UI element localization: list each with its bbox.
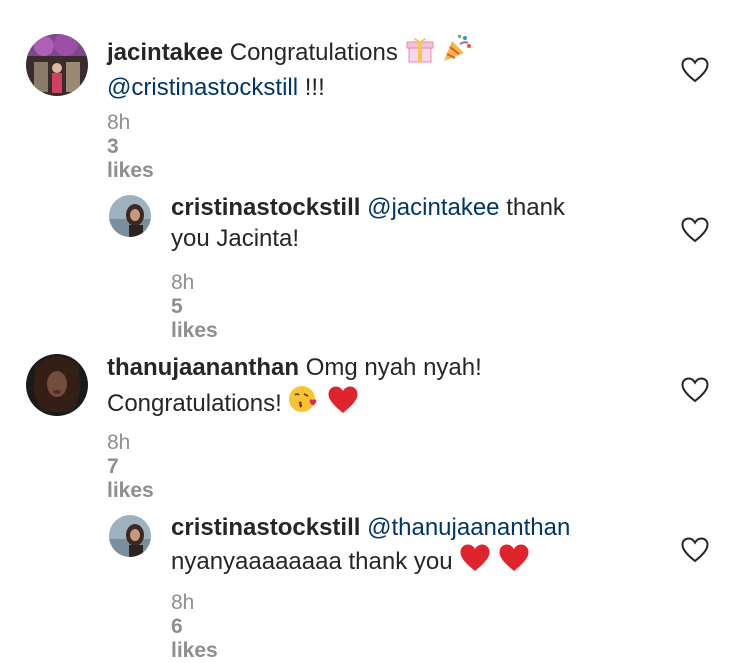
avatar-cristinastockstill[interactable] xyxy=(109,515,151,557)
comment-text: jacintakee Congratulations @cristinastoc xyxy=(107,32,587,103)
heart-outline-icon[interactable] xyxy=(681,57,709,83)
avatar-thanujaananthan[interactable] xyxy=(26,354,88,416)
likes-count[interactable]: 3 likes xyxy=(107,135,154,182)
comment-body-tail: !!! xyxy=(298,74,325,101)
mention-link[interactable]: @jacintakee xyxy=(367,194,499,221)
kissing-face-emoji xyxy=(288,383,320,423)
avatar-cristinastockstill[interactable] xyxy=(109,195,151,237)
comment-meta: 8h 5 likes xyxy=(171,271,224,343)
mention-link[interactable]: @thanujaananthan xyxy=(367,514,570,541)
heart-outline-icon[interactable] xyxy=(681,377,709,403)
comment-meta: 8h 3 likes xyxy=(107,111,160,183)
likes-count[interactable]: 5 likes xyxy=(171,295,218,342)
timestamp[interactable]: 8h xyxy=(107,431,130,454)
avatar-jacintakee[interactable] xyxy=(26,34,88,96)
username[interactable]: cristinastockstill xyxy=(171,514,360,541)
party-popper-emoji xyxy=(441,32,473,72)
comment-body-line2: you Jacinta! xyxy=(171,225,300,252)
comment-body: Congratulations xyxy=(229,39,398,66)
comment-text: cristinastockstill @jacintakee thank you… xyxy=(171,192,641,254)
gift-emoji xyxy=(405,34,435,72)
comment-body: nyanyaaaaaaaa thank you xyxy=(171,548,453,575)
username[interactable]: jacintakee xyxy=(107,39,223,66)
username[interactable]: thanujaananthan xyxy=(107,354,299,381)
likes-count[interactable]: 7 likes xyxy=(107,455,154,502)
red-heart-emoji xyxy=(459,543,491,581)
red-heart-emoji xyxy=(498,543,530,581)
comment-text: thanujaananthan Omg nyah nyah! Congratul… xyxy=(107,352,587,423)
heart-outline-icon[interactable] xyxy=(681,217,709,243)
comment-meta: 8h 7 likes xyxy=(107,431,160,503)
red-heart-emoji xyxy=(327,385,359,423)
comment-text: cristinastockstill @thanujaananthan nyan… xyxy=(171,512,641,581)
timestamp[interactable]: 8h xyxy=(171,271,194,294)
heart-outline-icon[interactable] xyxy=(681,537,709,563)
comment-meta: 8h 6 likes xyxy=(171,591,224,663)
timestamp[interactable]: 8h xyxy=(107,111,130,134)
mention-link[interactable]: @cristinastockstill xyxy=(107,74,298,101)
comment-body: thank xyxy=(499,194,565,221)
comment-body: Omg nyah nyah! xyxy=(305,354,482,381)
likes-count[interactable]: 6 likes xyxy=(171,615,218,662)
timestamp[interactable]: 8h xyxy=(171,591,194,614)
comment-body-line2: Congratulations! xyxy=(107,390,282,417)
username[interactable]: cristinastockstill xyxy=(171,194,360,221)
